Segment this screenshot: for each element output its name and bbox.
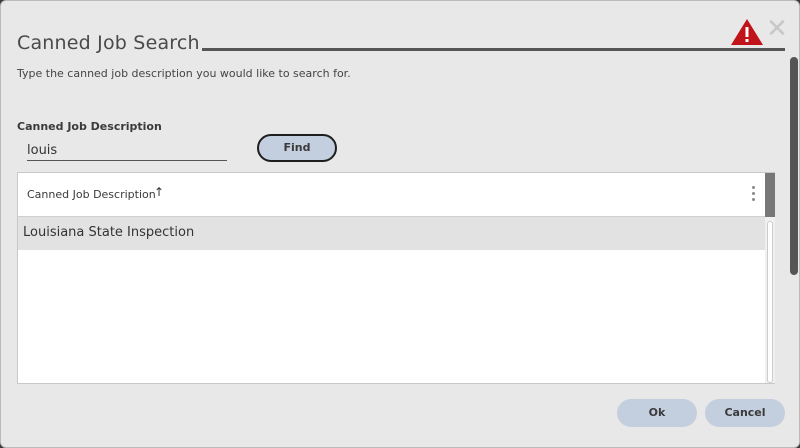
canned-job-search-dialog: Canned Job Search ✕ Type the canned job … xyxy=(0,0,800,448)
dialog-title: Canned Job Search xyxy=(17,32,200,54)
column-header-description[interactable]: Canned Job Description xyxy=(27,188,156,201)
results-grid: Canned Job Description ↑ Louisiana State… xyxy=(17,172,775,384)
title-divider xyxy=(202,48,785,51)
grid-scrollbar[interactable] xyxy=(765,173,775,383)
close-icon[interactable]: ✕ xyxy=(765,16,789,42)
find-button[interactable]: Find xyxy=(257,134,337,162)
dialog-scrollbar[interactable] xyxy=(789,53,799,379)
grid-scrollbar-thumb[interactable] xyxy=(767,221,773,383)
dialog-scrollbar-thumb[interactable] xyxy=(790,57,798,275)
table-cell-description: Louisiana State Inspection xyxy=(23,225,195,240)
kebab-menu-icon[interactable] xyxy=(749,186,757,204)
cancel-button[interactable]: Cancel xyxy=(705,399,785,427)
grid-scrollbar-header xyxy=(765,173,775,217)
warning-icon[interactable] xyxy=(730,18,764,46)
dialog-instructions: Type the canned job description you woul… xyxy=(17,67,351,80)
grid-header: Canned Job Description ↑ xyxy=(18,173,765,217)
description-search-input[interactable] xyxy=(27,143,227,161)
ok-button[interactable]: Ok xyxy=(617,399,697,427)
sort-ascending-icon[interactable]: ↑ xyxy=(154,185,164,199)
table-row[interactable]: Louisiana State Inspection xyxy=(18,217,765,250)
description-field-label: Canned Job Description xyxy=(17,120,162,133)
